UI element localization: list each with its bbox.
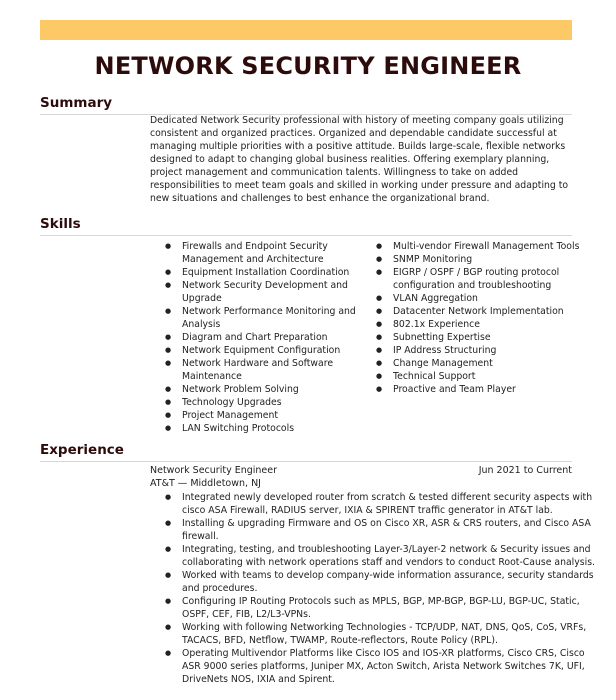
skill-item: SNMP Monitoring [376,253,603,266]
skill-item: VLAN Aggregation [376,292,603,305]
resume-title: NETWORK SECURITY ENGINEER [94,52,522,80]
accent-bar [40,20,572,40]
skill-item: EIGRP / OSPF / BGP routing protocol conf… [376,266,603,292]
job-bullets: Integrated newly developed router from s… [165,491,602,686]
skill-item: Project Management [165,409,382,422]
skills-column-1: Firewalls and Endpoint Security Manageme… [164,240,382,435]
skill-item: Diagram and Chart Preparation [165,331,382,344]
experience-heading: Experience [40,442,572,462]
skill-item: 802.1x Experience [376,318,603,331]
job-bullet: Installing & upgrading Firmware and OS o… [165,517,602,543]
job-bullet: Integrated newly developed router from s… [165,491,602,517]
skill-item: Datacenter Network Implementation [376,305,603,318]
skill-item: Change Management [376,357,603,370]
skill-item: Technical Support [376,370,603,383]
skill-item: Network Performance Monitoring and Analy… [165,305,382,331]
skill-item: Proactive and Team Player [376,383,603,396]
skill-item: LAN Switching Protocols [165,422,382,435]
skill-item: Network Equipment Configuration [165,344,382,357]
skills-heading: Skills [40,216,572,236]
job-bullet: Worked with teams to develop company-wid… [165,569,602,595]
skill-item: Firewalls and Endpoint Security Manageme… [165,240,382,266]
job-bullet: Operating Multivendor Platforms like Cis… [165,647,602,686]
skill-item: Network Problem Solving [165,383,382,396]
job-bullet: Configuring IP Routing Protocols such as… [165,595,602,621]
skill-item: Network Hardware and Software Maintenanc… [165,357,382,383]
skill-item: Network Security Development and Upgrade [165,279,382,305]
job-bullet: Working with following Networking Techno… [165,621,602,647]
skills-column-2: Multi-vendor Firewall Management ToolsSN… [375,240,603,396]
skill-item: Multi-vendor Firewall Management Tools [376,240,603,253]
summary-heading: Summary [40,95,572,115]
skill-item: Equipment Installation Coordination [165,266,382,279]
job-title: Network Security Engineer [150,465,278,476]
summary-text: Dedicated Network Security professional … [150,115,569,204]
job-date: Jun 2021 to Current [478,465,572,476]
skill-item: IP Address Structuring [376,344,603,357]
job-bullet: Integrating, testing, and troubleshootin… [165,543,602,569]
skill-item: Technology Upgrades [165,396,382,409]
skill-item: Subnetting Expertise [376,331,603,344]
job-company: AT&T — Middletown, NJ [150,478,261,489]
